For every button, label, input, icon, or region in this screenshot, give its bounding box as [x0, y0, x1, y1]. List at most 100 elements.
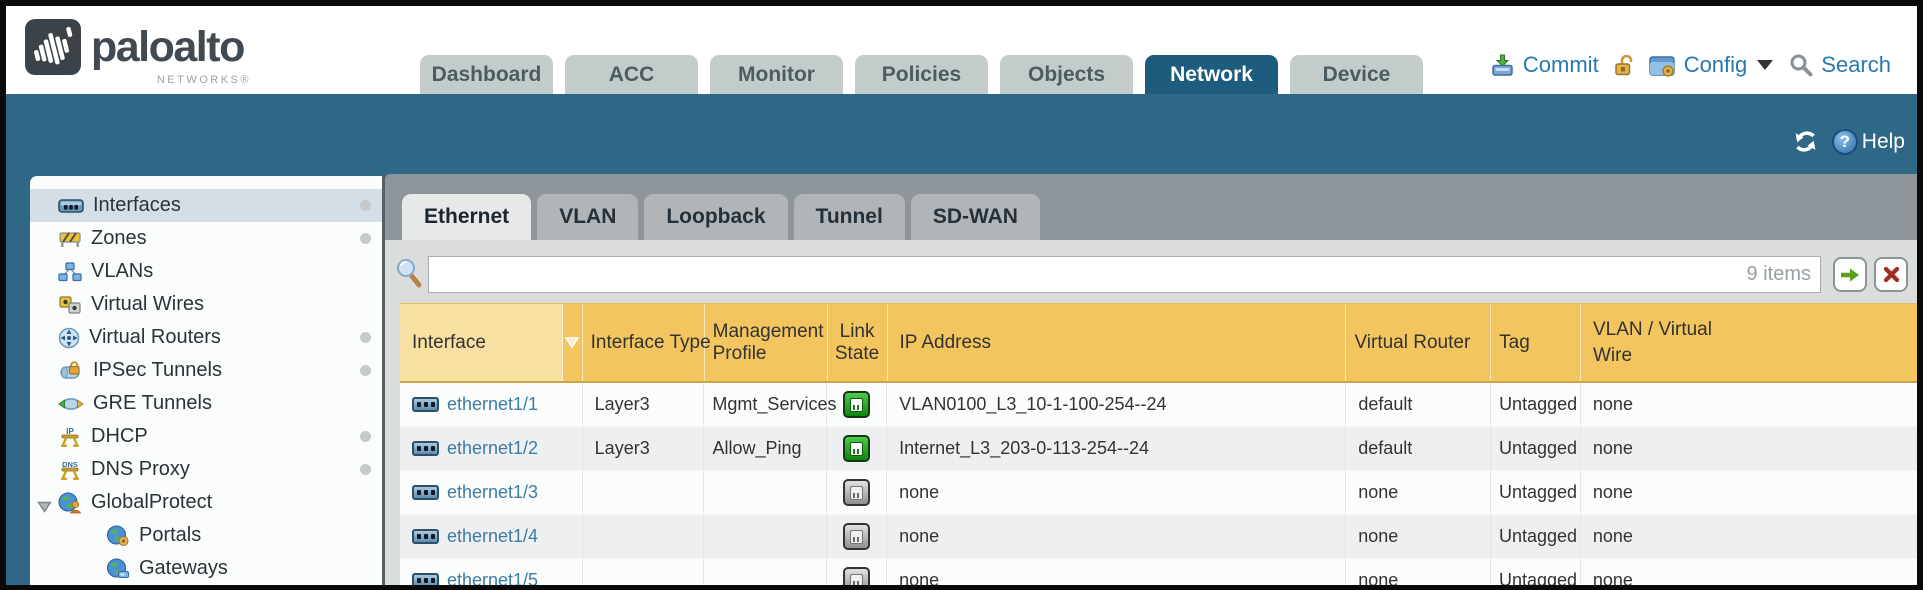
sidebar-item-gateways[interactable]: Gateways: [30, 552, 382, 585]
link-state-icon: [843, 567, 870, 585]
config-menu[interactable]: Config: [1684, 52, 1748, 78]
management-profile-cell: [704, 559, 827, 585]
table-row[interactable]: ethernet1/3 none none Untagged none: [400, 471, 1917, 515]
ethernet-port-icon: [412, 441, 439, 456]
interface-cell: ethernet1/5: [400, 559, 583, 585]
virtual-wires-icon: [58, 295, 82, 315]
help-label[interactable]: Help: [1862, 130, 1905, 154]
virtual-routers-icon: [58, 327, 80, 349]
tab-device[interactable]: Device: [1290, 55, 1423, 94]
sidebar-item-virtual-routers[interactable]: Virtual Routers: [30, 321, 382, 354]
subtab-tunnel[interactable]: Tunnel: [794, 194, 905, 240]
interface-cell: ethernet1/1: [400, 383, 583, 426]
sidebar-item-portals[interactable]: Portals: [30, 519, 382, 552]
chevron-down-icon[interactable]: [1757, 60, 1773, 70]
link-state-icon: [843, 435, 870, 462]
link-state-cell: [827, 515, 887, 558]
help-icon[interactable]: ?: [1832, 129, 1858, 155]
top-bar: paloalto NETWORKS® Dashboard ACC Monitor…: [6, 6, 1917, 94]
tab-dashboard[interactable]: Dashboard: [420, 55, 553, 94]
col-header-vlan-virtual-wire[interactable]: VLAN / Virtual Wire: [1581, 304, 1917, 381]
lock-icon[interactable]: [1613, 53, 1636, 77]
link-state-cell: [827, 427, 887, 470]
tag-cell: Untagged: [1491, 383, 1581, 426]
sidebar-item-gre-tunnels[interactable]: GRE Tunnels: [30, 387, 382, 420]
virtual-router-cell: none: [1346, 471, 1491, 514]
refresh-icon[interactable]: [1792, 128, 1819, 155]
subtab-sdwan[interactable]: SD-WAN: [911, 194, 1040, 240]
virtual-router-cell: none: [1346, 515, 1491, 558]
paloalto-logo-icon: [25, 19, 81, 75]
sidebar-dot: [360, 464, 371, 475]
sidebar-item-zones[interactable]: Zones: [30, 222, 382, 255]
sidebar-dot: [360, 200, 371, 211]
sidebar-dot: [360, 332, 371, 343]
clear-filter-button[interactable]: [1874, 257, 1908, 292]
table-row[interactable]: ethernet1/5 none none Untagged none: [400, 559, 1917, 585]
virtual-router-cell: default: [1346, 383, 1491, 426]
tag-cell: Untagged: [1491, 559, 1581, 585]
interface-subtabs: Ethernet VLAN Loopback Tunnel SD-WAN: [402, 194, 1040, 240]
filter-toolbar: 9 items: [393, 256, 1917, 294]
main-panel: Ethernet VLAN Loopback Tunnel SD-WAN 9 i…: [385, 174, 1917, 585]
tab-acc[interactable]: ACC: [565, 55, 698, 94]
tab-monitor[interactable]: Monitor: [710, 55, 843, 94]
ethernet-tab-content: 9 items Interface: [385, 240, 1917, 585]
sort-dropdown[interactable]: [563, 304, 583, 381]
globalprotect-icon: [58, 492, 82, 514]
collapse-triangle-icon[interactable]: [37, 496, 52, 519]
sidebar-item-vlans[interactable]: VLANs: [30, 255, 382, 288]
table-row[interactable]: ethernet1/2 Layer3 Allow_Ping Internet_L…: [400, 427, 1917, 471]
commit-button[interactable]: Commit: [1523, 52, 1599, 78]
filter-input[interactable]: [428, 256, 1821, 293]
commit-icon: [1490, 53, 1515, 77]
sidebar-item-dns-proxy[interactable]: DNS DNS Proxy: [30, 453, 382, 486]
sidebar-item-label: VLANs: [91, 260, 153, 283]
col-header-tag[interactable]: Tag: [1491, 304, 1581, 381]
search-button[interactable]: Search: [1821, 52, 1891, 78]
col-header-virtual-router[interactable]: Virtual Router: [1346, 304, 1491, 381]
ip-address-cell: Internet_L3_203-0-113-254--24: [887, 427, 1346, 470]
ip-address-cell: VLAN0100_L3_10-1-100-254--24: [887, 383, 1346, 426]
tag-cell: Untagged: [1491, 427, 1581, 470]
link-state-cell: [827, 559, 887, 585]
col-header-ip-address[interactable]: IP Address: [888, 304, 1347, 381]
brand-subtext: NETWORKS®: [91, 74, 251, 86]
interface-type-cell: Layer3: [583, 427, 705, 470]
interface-link[interactable]: ethernet1/1: [447, 394, 538, 415]
table-row[interactable]: ethernet1/4 none none Untagged none: [400, 515, 1917, 559]
tab-policies[interactable]: Policies: [855, 55, 988, 94]
subtab-loopback[interactable]: Loopback: [644, 194, 787, 240]
sidebar-item-virtual-wires[interactable]: Virtual Wires: [30, 288, 382, 321]
sidebar-dot: [360, 365, 371, 376]
sidebar-item-globalprotect[interactable]: GlobalProtect: [30, 486, 382, 519]
sidebar-item-label: Virtual Wires: [91, 293, 204, 316]
brand-wordmark: paloalto: [91, 23, 244, 72]
subtab-vlan[interactable]: VLAN: [537, 194, 638, 240]
col-header-interface[interactable]: Interface: [400, 304, 563, 381]
dns-proxy-icon: DNS: [58, 459, 82, 481]
sidebar-item-ipsec-tunnels[interactable]: IPSec Tunnels: [30, 354, 382, 387]
col-header-management-profile[interactable]: Management Profile: [705, 304, 828, 381]
utility-bar: Commit Config: [1490, 52, 1891, 78]
col-header-link-state[interactable]: Link State: [828, 304, 888, 381]
ip-address-cell: none: [887, 471, 1346, 514]
subtab-ethernet[interactable]: Ethernet: [402, 194, 531, 240]
sidebar-item-label: IPSec Tunnels: [93, 359, 222, 382]
sidebar-item-interfaces[interactable]: Interfaces: [30, 189, 382, 222]
tab-network[interactable]: Network: [1145, 55, 1278, 94]
apply-filter-button[interactable]: [1833, 257, 1867, 292]
management-profile-cell: [704, 515, 827, 558]
search-icon: [1789, 53, 1813, 77]
tab-objects[interactable]: Objects: [1000, 55, 1133, 94]
interface-link[interactable]: ethernet1/2: [447, 438, 538, 459]
col-header-interface-type[interactable]: Interface Type: [583, 304, 705, 381]
interface-link[interactable]: ethernet1/5: [447, 570, 538, 585]
interface-link[interactable]: ethernet1/4: [447, 526, 538, 547]
ethernet-port-icon: [412, 485, 439, 500]
ipsec-tunnels-icon: [58, 361, 84, 381]
interface-link[interactable]: ethernet1/3: [447, 482, 538, 503]
sidebar-item-dhcp[interactable]: IP DHCP: [30, 420, 382, 453]
interface-type-cell: [583, 471, 705, 514]
table-row[interactable]: ethernet1/1 Layer3 Mgmt_Services VLAN010…: [400, 383, 1917, 427]
